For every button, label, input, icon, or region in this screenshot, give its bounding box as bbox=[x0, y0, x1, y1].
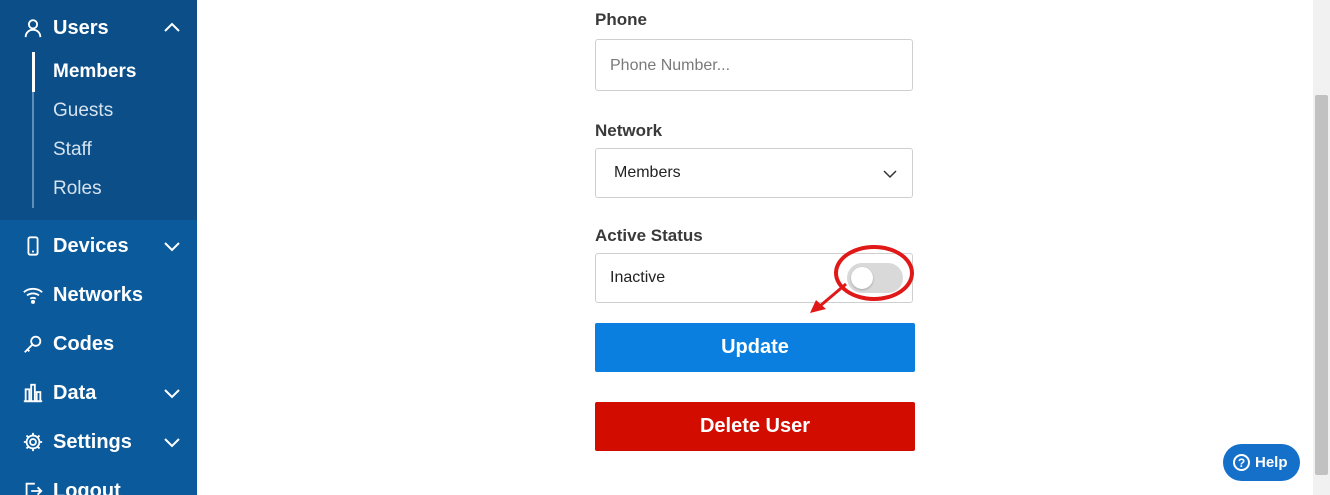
annotation-arrow bbox=[810, 282, 847, 313]
sidebar-item-users[interactable]: Users bbox=[0, 8, 197, 48]
sidebar-item-label: Codes bbox=[53, 332, 115, 355]
chevron-up-icon[interactable] bbox=[162, 18, 182, 38]
question-icon: ? bbox=[1233, 454, 1250, 471]
sidebar-item-settings[interactable]: Settings bbox=[0, 422, 197, 462]
users-nav-group: Users Members Guests Staff Roles bbox=[0, 0, 197, 220]
help-label: Help bbox=[1255, 454, 1288, 471]
sidebar-item-codes[interactable]: Codes bbox=[0, 324, 197, 364]
phone-field-box bbox=[595, 39, 913, 92]
scrollbar-thumb[interactable] bbox=[1315, 95, 1328, 475]
phone-label: Phone bbox=[595, 10, 647, 29]
chevron-down-icon[interactable] bbox=[162, 432, 182, 452]
sidebar-item-label: Users bbox=[53, 16, 109, 39]
network-select[interactable]: Members bbox=[595, 148, 913, 198]
sidebar-item-label: Settings bbox=[53, 430, 132, 453]
logout-icon bbox=[22, 480, 44, 495]
help-button[interactable]: ? Help bbox=[1223, 444, 1300, 481]
active-status-label: Active Status bbox=[595, 226, 703, 245]
sidebar-item-logout[interactable]: Logout bbox=[0, 471, 197, 495]
sidebar-subitem-guests[interactable]: Guests bbox=[53, 96, 113, 126]
chevron-down-icon[interactable] bbox=[162, 383, 182, 403]
wifi-icon bbox=[22, 284, 44, 306]
network-selected-value: Members bbox=[614, 164, 681, 181]
sidebar-item-networks[interactable]: Networks bbox=[0, 275, 197, 315]
delete-user-button[interactable]: Delete User bbox=[595, 402, 915, 451]
sidebar-subitem-roles[interactable]: Roles bbox=[53, 174, 102, 204]
sidebar: Users Members Guests Staff Roles Devices… bbox=[0, 0, 197, 495]
phone-icon bbox=[22, 235, 44, 257]
chevron-down-icon[interactable] bbox=[162, 236, 182, 256]
phone-input[interactable] bbox=[608, 40, 902, 92]
key-icon bbox=[22, 333, 44, 355]
sidebar-item-label: Data bbox=[53, 381, 97, 404]
sidebar-subitem-staff[interactable]: Staff bbox=[53, 135, 92, 165]
network-label: Network bbox=[595, 121, 663, 140]
sidebar-subitem-members[interactable]: Members bbox=[53, 57, 136, 87]
active-status-value: Inactive bbox=[610, 269, 666, 286]
user-icon bbox=[22, 17, 44, 39]
sidebar-item-label: Networks bbox=[53, 283, 144, 306]
update-button[interactable]: Update bbox=[595, 323, 915, 372]
sidebar-item-devices[interactable]: Devices bbox=[0, 226, 197, 266]
chevron-down-icon bbox=[882, 166, 898, 182]
sidebar-item-data[interactable]: Data bbox=[0, 373, 197, 413]
sidebar-item-label: Devices bbox=[53, 234, 129, 257]
sidebar-item-label: Logout bbox=[53, 479, 121, 495]
gear-icon bbox=[22, 431, 44, 453]
bar-chart-icon bbox=[22, 382, 44, 404]
submenu-active-indicator bbox=[32, 52, 35, 92]
